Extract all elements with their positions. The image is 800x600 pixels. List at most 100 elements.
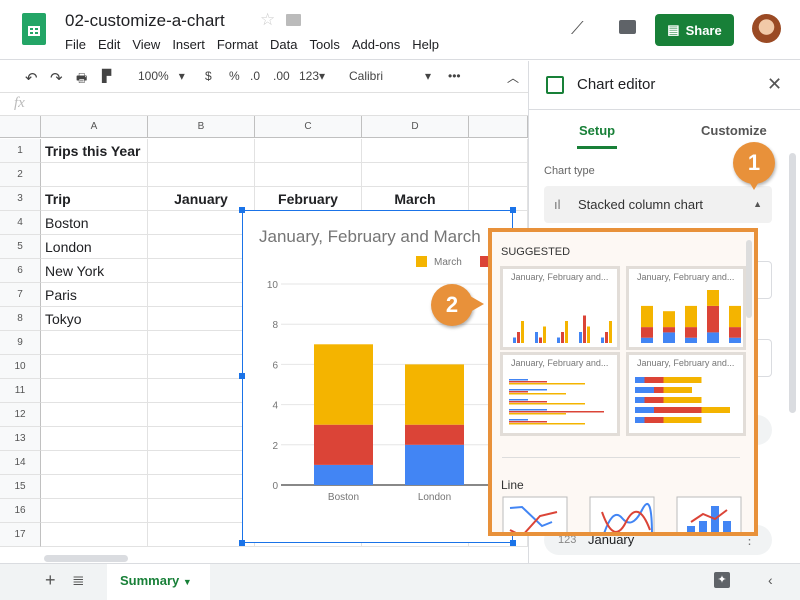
cell[interactable] <box>255 139 362 163</box>
cell[interactable] <box>41 499 148 523</box>
side-panel-toggle-icon[interactable]: ‹ <box>768 572 773 588</box>
column-header[interactable]: B <box>148 116 255 138</box>
menu-data[interactable]: Data <box>270 37 297 52</box>
currency-button[interactable]: $ <box>205 69 212 83</box>
all-sheets-icon[interactable]: ≣ <box>72 571 85 589</box>
menu-tools[interactable]: Tools <box>309 37 339 52</box>
cell[interactable] <box>362 163 469 187</box>
row-header[interactable]: 16 <box>0 499 41 523</box>
row-header[interactable]: 3 <box>0 187 41 211</box>
cell[interactable] <box>469 187 528 211</box>
cell[interactable]: Tokyo <box>41 307 148 331</box>
explore-icon[interactable]: ✦ <box>714 572 730 588</box>
embedded-chart[interactable]: January, February and March March 0 2 4 6 8 10 B… <box>242 210 513 543</box>
sheet-tab-summary[interactable]: Summary ▼ <box>107 564 210 600</box>
row-header[interactable]: 4 <box>0 211 41 235</box>
cell[interactable]: March <box>362 187 469 211</box>
column-header[interactable]: C <box>255 116 362 138</box>
cell[interactable] <box>41 427 148 451</box>
cell[interactable] <box>148 235 255 259</box>
add-sheet-icon[interactable]: + <box>45 570 56 591</box>
row-header[interactable]: 10 <box>0 355 41 379</box>
row-header[interactable]: 13 <box>0 427 41 451</box>
column-header[interactable] <box>469 116 528 138</box>
menu-edit[interactable]: Edit <box>98 37 120 52</box>
legend-label[interactable]: March <box>434 257 462 268</box>
row-header[interactable]: 11 <box>0 379 41 403</box>
paint-format-icon[interactable]: ▛ <box>102 69 111 83</box>
cell[interactable] <box>41 163 148 187</box>
cell[interactable] <box>41 355 148 379</box>
menu-view[interactable]: View <box>132 37 160 52</box>
cell[interactable] <box>41 331 148 355</box>
row-header[interactable]: 14 <box>0 451 41 475</box>
cell[interactable]: Trip <box>41 187 148 211</box>
cell[interactable] <box>148 307 255 331</box>
row-header[interactable]: 8 <box>0 307 41 331</box>
cell[interactable] <box>469 163 528 187</box>
share-button[interactable]: ▤ Share <box>655 14 734 46</box>
row-header[interactable]: 12 <box>0 403 41 427</box>
chart-suggestion[interactable]: January, February and... <box>500 352 620 436</box>
cell[interactable] <box>148 139 255 163</box>
select-all-corner[interactable] <box>0 116 41 138</box>
cell[interactable]: Boston <box>41 211 148 235</box>
menu-file[interactable]: File <box>65 37 86 52</box>
line-chart-option[interactable] <box>502 496 568 536</box>
cell[interactable] <box>148 427 255 451</box>
cell[interactable] <box>148 379 255 403</box>
menu-insert[interactable]: Insert <box>172 37 205 52</box>
row-header[interactable]: 6 <box>0 259 41 283</box>
cell[interactable] <box>255 163 362 187</box>
percent-button[interactable]: % <box>229 69 240 83</box>
more-button[interactable]: ••• <box>448 69 461 83</box>
chart-type-select[interactable]: ıl Stacked column chart ▲ <box>544 186 772 223</box>
menu-format[interactable]: Format <box>217 37 258 52</box>
cell[interactable] <box>41 475 148 499</box>
redo-icon[interactable]: ↷ <box>50 69 63 87</box>
cell[interactable] <box>148 211 255 235</box>
formula-bar[interactable]: fx <box>0 94 528 116</box>
sheets-logo-icon[interactable] <box>22 13 46 45</box>
column-header[interactable]: A <box>41 116 148 138</box>
dropdown-scrollbar[interactable] <box>746 240 752 318</box>
chart-title[interactable]: January, February and March <box>259 227 481 246</box>
tab-customize[interactable]: Customize <box>701 123 767 138</box>
cell[interactable] <box>148 331 255 355</box>
cell[interactable] <box>362 139 469 163</box>
row-header[interactable]: 9 <box>0 331 41 355</box>
chart-suggestion[interactable]: January, February and... <box>626 266 746 350</box>
cell[interactable] <box>41 403 148 427</box>
font-select[interactable]: Calibri ▾ <box>349 69 431 83</box>
cell[interactable] <box>148 283 255 307</box>
resize-handle[interactable] <box>239 207 245 213</box>
cell[interactable] <box>148 403 255 427</box>
cell[interactable]: Trips this Year <box>41 139 148 163</box>
row-header[interactable]: 5 <box>0 235 41 259</box>
cell[interactable] <box>148 163 255 187</box>
cell[interactable] <box>41 451 148 475</box>
zoom-select[interactable]: 100% ▾ <box>138 69 185 83</box>
cell[interactable]: Paris <box>41 283 148 307</box>
avatar[interactable] <box>752 14 781 43</box>
resize-handle[interactable] <box>239 373 245 379</box>
increase-decimal-button[interactable]: .00 <box>273 69 290 83</box>
print-icon[interactable]: 🖶 <box>76 69 87 90</box>
collapse-icon[interactable]: ︿ <box>507 69 519 86</box>
row-header[interactable]: 15 <box>0 475 41 499</box>
cell[interactable]: London <box>41 235 148 259</box>
folder-icon[interactable] <box>286 14 301 26</box>
document-title[interactable]: 02-customize-a-chart <box>65 11 225 31</box>
menu-help[interactable]: Help <box>412 37 439 52</box>
cell[interactable] <box>41 379 148 403</box>
close-icon[interactable]: ✕ <box>767 74 782 95</box>
undo-icon[interactable]: ↶ <box>25 69 38 87</box>
chart-suggestion[interactable]: January, February and... <box>500 266 620 350</box>
cell[interactable] <box>469 139 528 163</box>
cell[interactable] <box>148 475 255 499</box>
row-header[interactable]: 2 <box>0 163 41 187</box>
cell[interactable] <box>41 523 148 547</box>
panel-scrollbar[interactable] <box>789 153 796 413</box>
star-icon[interactable]: ☆ <box>260 10 275 30</box>
activity-trend-icon[interactable]: ⟋ <box>571 18 584 39</box>
